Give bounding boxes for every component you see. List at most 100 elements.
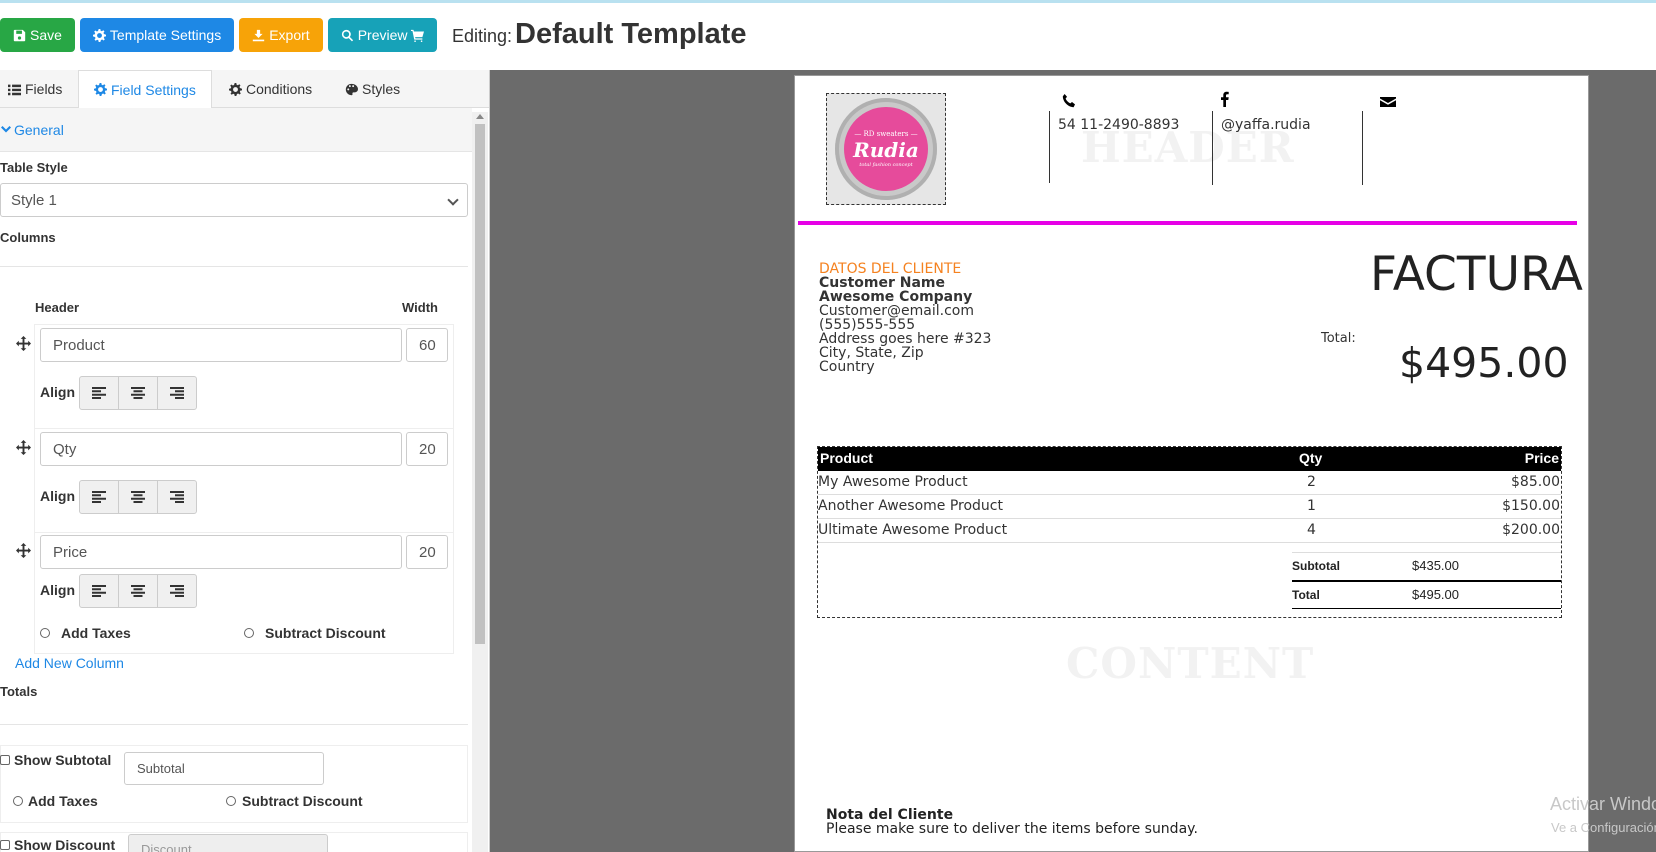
scroll-up-arrow-icon[interactable] [476,114,484,119]
column-width-input[interactable]: 20 [406,535,448,569]
general-section-title: General [14,121,64,138]
totals-divider-strong [1292,580,1561,582]
column-width-input[interactable]: 60 [406,328,448,362]
align-left-icon [92,387,106,399]
grand-total-label: Total [1292,588,1320,602]
column-header-value: Price [53,543,88,561]
facebook-icon [1221,91,1229,107]
align-center-icon [131,491,145,503]
align-right-button[interactable] [158,377,196,409]
move-icon[interactable] [16,543,31,558]
align-left-button[interactable] [80,377,119,409]
gear-icon [229,82,242,96]
save-button[interactable]: Save [0,18,75,52]
logo-tagline: total fashion concept [859,162,913,168]
table-style-select[interactable]: Style 1 [0,183,468,217]
align-center-button[interactable] [119,481,158,513]
general-section-toggle[interactable]: General [0,108,472,152]
total-label: Total: [1321,331,1356,346]
invoice-page: HEADER CONTENT — RD sweaters — Rudia tot… [794,75,1589,852]
row-divider [818,518,1561,519]
align-label: Align [40,488,75,504]
align-right-button[interactable] [158,481,196,513]
row-product: Another Awesome Product [818,498,1003,514]
scrollbar-thumb[interactable] [475,124,485,644]
customer-note[interactable]: Nota del Cliente Please make sure to del… [826,808,1198,836]
subtotal-value: $435.00 [1412,558,1459,573]
items-table[interactable]: Product Qty Price My Awesome Product 2 $… [817,446,1562,618]
discount-label-input[interactable]: Discount [128,834,328,852]
subtotal-add-taxes-radio[interactable] [13,796,23,806]
align-left-button[interactable] [80,575,119,607]
column-header-input[interactable]: Product [40,328,402,362]
preview-button[interactable]: Preview [327,18,438,52]
align-left-icon [92,585,106,597]
palette-icon [345,83,358,95]
columns-label: Columns [0,230,56,245]
preview-label: Preview [357,27,408,43]
client-address: Address goes here #323 [819,331,992,347]
align-center-button[interactable] [119,377,158,409]
align-label: Align [40,582,75,598]
row-price: $85.00 [1511,474,1560,490]
row-price: $150.00 [1502,498,1560,514]
column-width-value: 20 [419,440,436,458]
facebook-handle: @yaffa.rudia [1221,117,1311,133]
tab-fields-label: Fields [25,81,63,97]
column-width-value: 60 [419,336,436,354]
panel-scrollbar[interactable] [472,112,488,852]
totals-divider [1292,608,1561,609]
column-header-value: Product [53,336,105,354]
move-icon[interactable] [16,440,31,455]
logo-badge: — RD sweaters — Rudia total fashion conc… [844,107,928,191]
show-discount-label: Show Discount [14,837,116,852]
column-header-value: Qty [53,440,77,458]
tab-conditions-label: Conditions [246,81,313,97]
totals-label: Totals [0,684,38,699]
logo-field[interactable]: — RD sweaters — Rudia total fashion conc… [826,93,946,205]
show-discount-checkbox[interactable] [0,840,10,850]
envelope-icon [1380,97,1396,107]
tab-field-settings[interactable]: Field Settings [78,70,212,109]
template-settings-button[interactable]: Template Settings [79,18,235,52]
settings-panel: Fields Field Settings Conditions Styles … [0,70,490,852]
tab-fields[interactable]: Fields [8,70,62,108]
note-text: Please make sure to deliver the items be… [826,821,1198,837]
panel-tabs: Fields Field Settings Conditions Styles [0,70,489,109]
align-button-group [79,376,197,410]
align-button-group [79,480,197,514]
add-taxes-radio[interactable] [40,628,50,638]
move-icon[interactable] [16,336,31,351]
align-right-button[interactable] [158,575,196,607]
add-new-column-link[interactable]: Add New Column [15,655,124,671]
row-product: Ultimate Awesome Product [818,522,1008,538]
os-activation-subtext: Ve a Configuración [1551,820,1656,835]
export-label: Export [269,27,310,43]
add-taxes-label: Add Taxes [61,625,131,641]
align-left-button[interactable] [80,481,119,513]
subtract-discount-label: Subtract Discount [265,625,386,641]
document-title[interactable]: FACTURA [1370,247,1583,302]
align-center-button[interactable] [119,575,158,607]
client-city: City, State, Zip [819,345,924,361]
total-amount[interactable]: $495.00 [1399,339,1569,387]
column-width-input[interactable]: 20 [406,432,448,466]
row-divider [818,542,1561,543]
subtract-discount-radio[interactable] [244,628,254,638]
align-center-icon [131,585,145,597]
table-style-value: Style 1 [11,191,57,209]
save-label: Save [30,27,62,43]
column-header-input[interactable]: Qty [40,432,402,466]
header-column-label: Header [35,300,80,315]
export-button[interactable]: Export [239,18,323,52]
logo-top-text: — RD sweaters — [854,130,918,138]
subtotal-label-input[interactable]: Subtotal [124,752,324,785]
row-price: $200.00 [1502,522,1560,538]
column-header-input[interactable]: Price [40,535,402,569]
show-subtotal-checkbox[interactable] [0,755,10,765]
os-activation-watermark: Activar Windows [1550,794,1656,814]
tab-conditions[interactable]: Conditions [229,70,312,108]
client-info-block[interactable]: DATOS DEL CLIENTE Customer Name Awesome … [819,262,991,374]
subtotal-subtract-discount-radio[interactable] [226,796,236,806]
tab-styles[interactable]: Styles [345,70,400,108]
